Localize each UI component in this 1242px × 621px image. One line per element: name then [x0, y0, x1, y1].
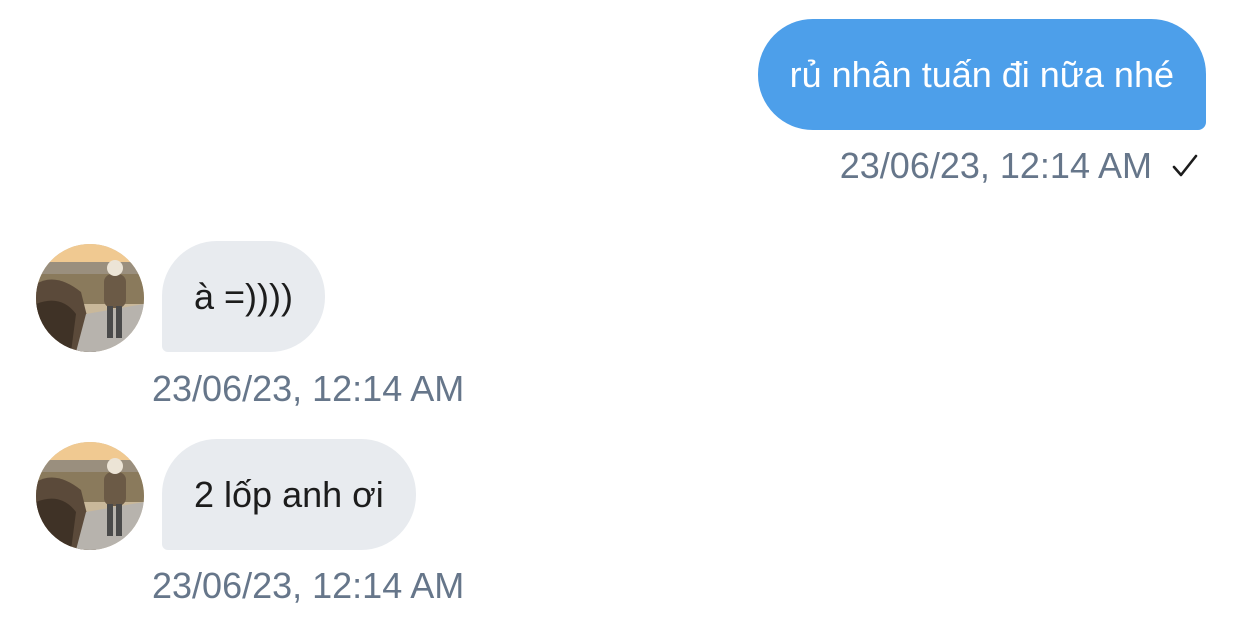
message-text: à =)))) [194, 275, 293, 317]
avatar[interactable] [36, 244, 144, 352]
incoming-message-bubble[interactable]: 2 lốp anh ơi [162, 439, 416, 550]
avatar[interactable] [36, 442, 144, 550]
message-timestamp: 23/06/23, 12:14 AM [152, 565, 465, 606]
check-icon [1170, 151, 1200, 181]
incoming-message-bubble[interactable]: à =)))) [162, 241, 325, 352]
message-timestamp: 23/06/23, 12:14 AM [839, 145, 1152, 186]
message-meta: 23/06/23, 12:14 AM [840, 148, 1200, 184]
message-timestamp: 23/06/23, 12:14 AM [152, 368, 465, 409]
message-text: rủ nhân tuấn đi nữa nhé [789, 53, 1174, 95]
outgoing-message-bubble[interactable]: rủ nhân tuấn đi nữa nhé [757, 19, 1206, 130]
chat-thread: rủ nhân tuấn đi nữa nhé 23/06/23, 12:14 … [0, 0, 1242, 621]
message-text: 2 lốp anh ơi [194, 473, 384, 515]
